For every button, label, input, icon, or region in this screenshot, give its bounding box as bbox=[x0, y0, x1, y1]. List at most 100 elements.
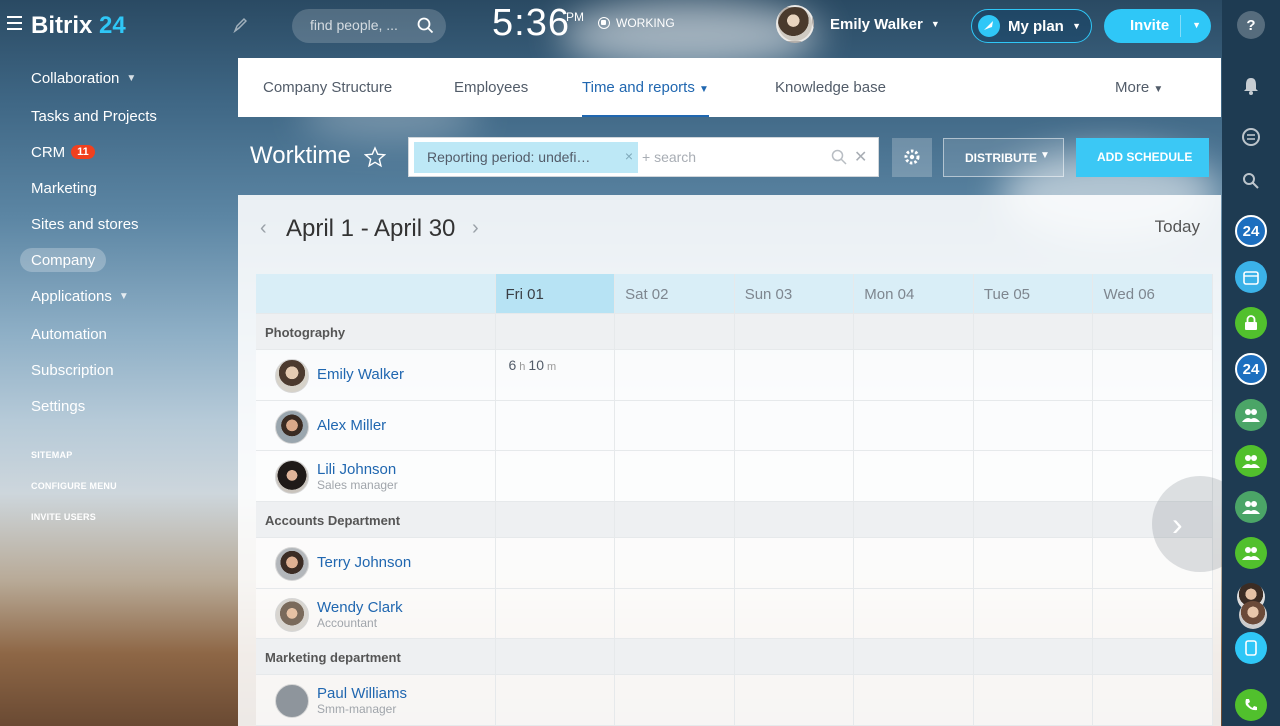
day-cell[interactable] bbox=[495, 537, 616, 589]
filter-chip[interactable]: Reporting period: undefi… × bbox=[414, 142, 638, 173]
next-arrow-icon[interactable]: › bbox=[472, 217, 479, 240]
day-cell[interactable] bbox=[495, 674, 616, 726]
day-header[interactable]: Wed 06 bbox=[1092, 274, 1214, 314]
logo[interactable]: Bitrix 24 bbox=[31, 12, 126, 40]
day-header[interactable]: Tue 05 bbox=[973, 274, 1094, 314]
today-button[interactable]: Today bbox=[1155, 217, 1200, 237]
day-cell[interactable] bbox=[614, 450, 735, 502]
sidebar-item-settings[interactable]: Settings bbox=[31, 394, 85, 418]
user-menu[interactable]: Emily Walker ▼ bbox=[776, 5, 940, 43]
group-icon[interactable] bbox=[1235, 491, 1267, 523]
day-cell[interactable] bbox=[495, 450, 616, 502]
sidebar-item-company[interactable]: Company bbox=[20, 248, 107, 272]
tab-company-structure[interactable]: Company Structure bbox=[263, 79, 392, 117]
settings-button[interactable] bbox=[892, 138, 932, 177]
employee-name[interactable]: Alex Miller bbox=[317, 417, 386, 434]
day-cell[interactable] bbox=[734, 674, 855, 726]
chevron-down-icon[interactable]: ▼ bbox=[1192, 20, 1201, 30]
bitrix24-icon[interactable]: 24 bbox=[1235, 353, 1267, 385]
day-cell[interactable] bbox=[973, 400, 1094, 452]
sidebar-item-sites[interactable]: Sites and stores bbox=[31, 212, 139, 236]
my-plan-button[interactable]: My plan ▼ bbox=[971, 9, 1092, 43]
sidebar-item-applications[interactable]: Applications ▼ bbox=[31, 284, 129, 308]
day-cell[interactable] bbox=[853, 674, 974, 726]
clock[interactable]: 5:36 PM bbox=[492, 2, 584, 45]
work-status[interactable]: WORKING bbox=[598, 16, 675, 30]
day-cell[interactable] bbox=[973, 450, 1094, 502]
sitemap-link[interactable]: SITEMAP bbox=[31, 450, 72, 460]
day-cell[interactable] bbox=[614, 588, 735, 640]
employee-name[interactable]: Emily Walker bbox=[317, 366, 404, 383]
day-cell[interactable] bbox=[853, 450, 974, 502]
avatar[interactable] bbox=[275, 546, 309, 581]
lock-icon[interactable] bbox=[1235, 307, 1267, 339]
help-icon[interactable]: ? bbox=[1237, 11, 1265, 39]
day-header[interactable]: Fri 01 bbox=[495, 274, 616, 314]
distribute-button[interactable]: DISTRIBUTE ▼ bbox=[943, 138, 1064, 177]
tab-knowledge-base[interactable]: Knowledge base bbox=[775, 79, 886, 117]
sidebar-item-automation[interactable]: Automation bbox=[31, 322, 107, 346]
call-icon[interactable] bbox=[1235, 689, 1267, 721]
employee-name[interactable]: Wendy Clark bbox=[317, 599, 403, 616]
day-cell[interactable] bbox=[734, 588, 855, 640]
day-cell[interactable] bbox=[734, 450, 855, 502]
bell-icon[interactable] bbox=[1235, 70, 1267, 102]
day-cell[interactable] bbox=[973, 588, 1094, 640]
filter-bar[interactable]: Reporting period: undefi… × + search ✕ bbox=[408, 137, 879, 177]
day-cell[interactable] bbox=[734, 400, 855, 452]
tab-more[interactable]: More ▼ bbox=[1115, 79, 1163, 117]
day-header[interactable]: Sun 03 bbox=[734, 274, 855, 314]
day-cell[interactable] bbox=[853, 400, 974, 452]
day-cell[interactable] bbox=[734, 349, 855, 401]
day-cell[interactable] bbox=[495, 400, 616, 452]
day-cell[interactable] bbox=[973, 674, 1094, 726]
bitrix24-icon[interactable]: 24 bbox=[1235, 215, 1267, 247]
phone-app-icon[interactable] bbox=[1235, 632, 1267, 664]
tab-time-and-reports[interactable]: Time and reports ▼ bbox=[582, 79, 709, 117]
pencil-icon[interactable] bbox=[233, 17, 247, 33]
invite-button[interactable]: Invite ▼ bbox=[1104, 9, 1211, 43]
day-cell[interactable] bbox=[973, 349, 1094, 401]
avatar[interactable] bbox=[275, 684, 309, 719]
employee-name[interactable]: Paul Williams bbox=[317, 685, 407, 702]
avatar[interactable] bbox=[275, 409, 309, 444]
day-cell[interactable] bbox=[734, 537, 855, 589]
sidebar-item-subscription[interactable]: Subscription bbox=[31, 358, 114, 382]
menu-icon[interactable] bbox=[7, 16, 22, 30]
day-cell[interactable] bbox=[1092, 349, 1214, 401]
sidebar-item-crm[interactable]: CRM 11 bbox=[31, 140, 95, 164]
calendar-icon[interactable] bbox=[1235, 261, 1267, 293]
configure-menu-link[interactable]: CONFIGURE MENU bbox=[31, 481, 117, 491]
day-cell[interactable]: 6 h 10 m bbox=[495, 349, 616, 401]
day-cell[interactable] bbox=[853, 537, 974, 589]
day-header[interactable]: Mon 04 bbox=[853, 274, 974, 314]
group-icon[interactable] bbox=[1235, 399, 1267, 431]
day-cell[interactable] bbox=[1092, 674, 1214, 726]
filter-search-input[interactable]: + search bbox=[642, 149, 696, 165]
group-icon[interactable] bbox=[1235, 537, 1267, 569]
chat-icon[interactable] bbox=[1235, 121, 1267, 153]
sidebar-item-marketing[interactable]: Marketing bbox=[31, 176, 97, 200]
sidebar-item-collaboration[interactable]: Collaboration ▼ bbox=[31, 66, 136, 90]
search-icon[interactable] bbox=[831, 149, 847, 165]
day-cell[interactable] bbox=[1092, 400, 1214, 452]
day-cell[interactable] bbox=[614, 537, 735, 589]
sidebar-item-tasks[interactable]: Tasks and Projects bbox=[31, 104, 157, 128]
day-cell[interactable] bbox=[614, 400, 735, 452]
day-cell[interactable] bbox=[973, 537, 1094, 589]
group-icon[interactable] bbox=[1235, 445, 1267, 477]
add-schedule-button[interactable]: ADD SCHEDULE bbox=[1076, 138, 1209, 177]
close-icon[interactable]: × bbox=[625, 148, 633, 164]
day-cell[interactable] bbox=[495, 588, 616, 640]
prev-arrow-icon[interactable]: ‹ bbox=[260, 217, 267, 240]
avatar[interactable] bbox=[275, 597, 309, 632]
tab-employees[interactable]: Employees bbox=[454, 79, 528, 117]
employee-name[interactable]: Lili Johnson bbox=[317, 461, 396, 478]
avatar[interactable] bbox=[1239, 601, 1267, 629]
employee-name[interactable]: Terry Johnson bbox=[317, 554, 411, 571]
day-cell[interactable] bbox=[853, 588, 974, 640]
day-header[interactable]: Sat 02 bbox=[614, 274, 735, 314]
day-cell[interactable] bbox=[614, 349, 735, 401]
avatar[interactable] bbox=[275, 460, 309, 495]
day-cell[interactable] bbox=[853, 349, 974, 401]
